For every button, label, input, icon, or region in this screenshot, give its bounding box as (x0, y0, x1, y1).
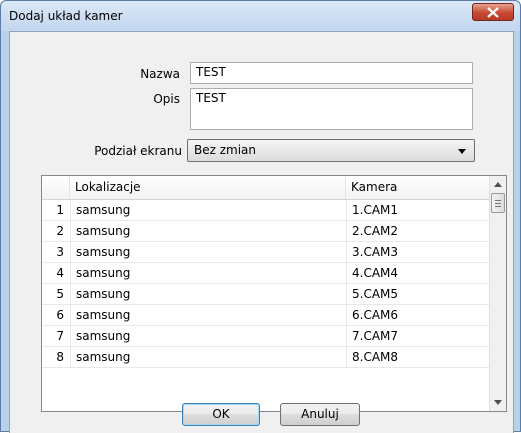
row-location: samsung (70, 347, 346, 367)
header-number[interactable] (42, 176, 70, 199)
table-row[interactable]: 3 samsung 3.CAM3 (42, 242, 490, 263)
row-location: samsung (70, 263, 346, 283)
header-location[interactable]: Lokalizacje (70, 176, 346, 199)
scroll-up-button[interactable] (490, 176, 506, 193)
description-label: Opis (153, 92, 180, 106)
table-row[interactable]: 5 samsung 5.CAM5 (42, 284, 490, 305)
dialog-window: Dodaj układ kamer Nazwa TEST Opis TEST P… (0, 0, 521, 433)
title-bar[interactable]: Dodaj układ kamer (1, 1, 520, 31)
row-location: samsung (70, 284, 346, 304)
arrow-down-icon (494, 400, 502, 405)
window-title: Dodaj układ kamer (9, 9, 123, 23)
screen-split-label: Podział ekranu (94, 144, 182, 158)
table-row[interactable]: 2 samsung 2.CAM2 (42, 221, 490, 242)
row-location: samsung (70, 305, 346, 325)
ok-button[interactable]: OK (182, 403, 260, 426)
row-number: 2 (56, 224, 64, 238)
name-label: Nazwa (140, 67, 180, 81)
vertical-scrollbar[interactable] (489, 176, 506, 411)
table-header: Lokalizacje Kamera (42, 176, 490, 200)
row-number: 1 (56, 203, 64, 217)
grip-line (495, 200, 501, 201)
scroll-down-button[interactable] (490, 394, 506, 411)
row-location: samsung (70, 200, 346, 220)
row-number: 3 (56, 245, 64, 259)
name-field[interactable]: TEST (190, 62, 473, 84)
row-number: 6 (56, 308, 64, 322)
row-camera: 6.CAM6 (346, 305, 490, 325)
row-number: 5 (56, 287, 64, 301)
description-field[interactable]: TEST (190, 88, 473, 130)
row-location: samsung (70, 221, 346, 241)
grip-line (495, 203, 501, 204)
table-row[interactable]: 8 samsung 8.CAM8 (42, 347, 490, 368)
row-number: 7 (56, 329, 64, 343)
scrollbar-thumb[interactable] (491, 193, 505, 213)
row-number: 4 (56, 266, 64, 280)
header-camera[interactable]: Kamera (346, 176, 490, 199)
camera-table[interactable]: Lokalizacje Kamera 1 samsung 1.CAM1 2 sa… (41, 175, 507, 412)
screen-split-select[interactable]: Bez zmian (187, 139, 475, 162)
table-row[interactable]: 6 samsung 6.CAM6 (42, 305, 490, 326)
grip-line (495, 206, 501, 207)
close-button[interactable] (472, 3, 514, 21)
row-camera: 3.CAM3 (346, 242, 490, 262)
row-number: 8 (56, 350, 64, 364)
chevron-down-icon (458, 149, 466, 154)
close-icon (487, 7, 499, 18)
row-location: samsung (70, 326, 346, 346)
cancel-button[interactable]: Anuluj (280, 403, 360, 426)
row-camera: 2.CAM2 (346, 221, 490, 241)
row-camera: 7.CAM7 (346, 326, 490, 346)
row-camera: 8.CAM8 (346, 347, 490, 367)
arrow-up-icon (494, 182, 502, 187)
table-row[interactable]: 4 samsung 4.CAM4 (42, 263, 490, 284)
row-location: samsung (70, 242, 346, 262)
table-row[interactable]: 7 samsung 7.CAM7 (42, 326, 490, 347)
row-camera: 5.CAM5 (346, 284, 490, 304)
row-camera: 1.CAM1 (346, 200, 490, 220)
screen-split-value: Bez zmian (194, 143, 257, 157)
dialog-body: Nazwa TEST Opis TEST Podział ekranu Bez … (9, 31, 514, 433)
row-camera: 4.CAM4 (346, 263, 490, 283)
table-row[interactable]: 1 samsung 1.CAM1 (42, 200, 490, 221)
